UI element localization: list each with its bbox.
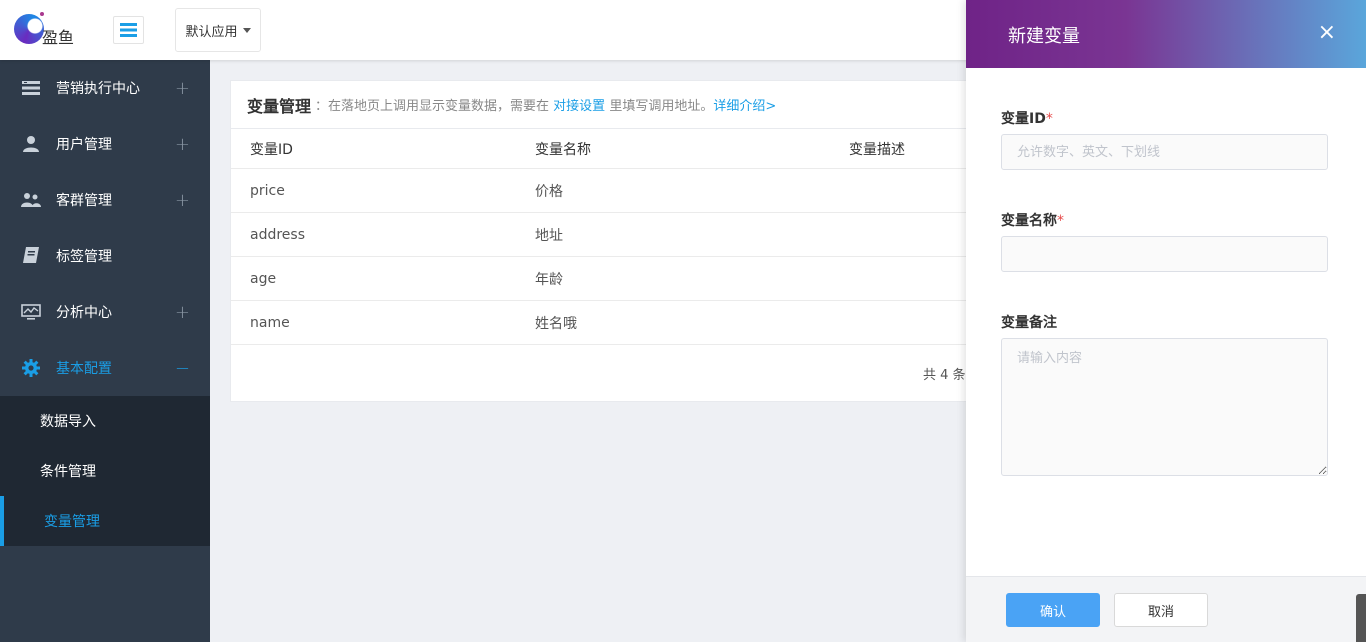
monitor-chart-icon [21,302,41,322]
pagination-total: 共 4 条 [923,368,966,383]
required-mark: * [1045,111,1053,127]
panel-description: ：在落地页上调用显示变量数据，需要在 对接设置 里填写调用地址。详细介绍> [315,99,777,114]
basic-config-submenu: 数据导入 条件管理 变量管理 [0,396,210,546]
submenu-item-conditions[interactable]: 条件管理 [0,446,210,496]
expand-icon: + [174,189,190,211]
new-variable-drawer: 新建变量 × 变量ID* 变量名称* 变量备注 确认 取消 [966,0,1366,642]
drawer-title: 新建变量 [1008,26,1080,47]
cell-variable-name: 姓名哦 [535,315,577,332]
cell-variable-id: price [250,182,285,199]
expand-icon: + [174,301,190,323]
cancel-button[interactable]: 取消 [1114,593,1208,627]
app-select-value: 默认应用 [185,24,238,40]
variable-id-label: 变量ID* [1001,111,1053,127]
sidebar-item-label: 标签管理 [56,249,112,265]
confirm-button[interactable]: 确认 [1006,593,1100,627]
close-icon[interactable]: × [1318,22,1336,44]
hamburger-icon [120,23,137,37]
cell-variable-name: 年龄 [535,271,563,288]
sidebar-item-label: 客群管理 [56,193,112,209]
sidebar-item-segments[interactable]: 客群管理 + [0,172,210,228]
gear-icon [21,358,41,378]
cell-variable-name: 价格 [535,183,563,200]
table-row[interactable]: name 姓名哦 [231,301,989,345]
group-icon [21,190,41,210]
cell-variable-id: age [250,270,277,287]
panel-header: 变量管理 ：在落地页上调用显示变量数据，需要在 对接设置 里填写调用地址。详细介… [231,81,989,129]
collapse-icon: − [174,357,190,379]
sidebar-item-users[interactable]: 用户管理 + [0,116,210,172]
table-row[interactable]: age 年龄 [231,257,989,301]
detail-link[interactable]: 详细介绍> [713,99,776,114]
variable-note-label: 变量备注 [1001,315,1057,331]
variable-note-textarea[interactable] [1001,338,1328,476]
cell-variable-id: address [250,226,306,243]
sidebar: 营销执行中心 + 用户管理 + 客群管理 + 标签管理 分析中心 + 基本配置 … [0,60,210,642]
book-icon [21,246,41,266]
column-header: 变量描述 [849,141,905,158]
submenu-item-variables[interactable]: 变量管理 [0,496,210,546]
setup-link[interactable]: 对接设置 [553,99,605,114]
sidebar-item-marketing[interactable]: 营销执行中心 + [0,60,210,116]
scroll-handle[interactable] [1356,594,1366,642]
sidebar-item-analytics[interactable]: 分析中心 + [0,284,210,340]
sidebar-item-label: 用户管理 [56,137,112,153]
brand-logo[interactable]: 盈鱼 [14,12,84,48]
expand-icon: + [174,133,190,155]
sidebar-item-label: 营销执行中心 [56,81,140,97]
variable-name-input[interactable] [1001,236,1328,272]
submenu-item-data-import[interactable]: 数据导入 [0,396,210,446]
column-header: 变量名称 [535,141,591,158]
sidebar-item-label: 基本配置 [56,361,112,377]
variable-id-input[interactable] [1001,134,1328,170]
expand-icon: + [174,77,190,99]
sidebar-item-tags[interactable]: 标签管理 [0,228,210,284]
drawer-footer: 确认 取消 [966,576,1366,642]
menu-toggle-button[interactable] [113,16,144,44]
table-header: 变量ID 变量名称 变量描述 [231,129,989,169]
logo-mark-icon [14,14,44,44]
table-row[interactable]: address 地址 [231,213,989,257]
sidebar-item-basic-config[interactable]: 基本配置 − [0,340,210,396]
sidebar-item-label: 分析中心 [56,305,112,321]
page-title: 变量管理 [247,96,312,116]
cell-variable-id: name [250,314,290,331]
caret-down-icon [242,27,251,33]
column-header: 变量ID [250,141,293,158]
table-row[interactable]: price 价格 [231,169,989,213]
required-mark: * [1057,213,1064,229]
list-icon [21,78,41,98]
app-select-dropdown[interactable]: 默认应用 [175,8,261,52]
variable-management-panel: 变量管理 ：在落地页上调用显示变量数据，需要在 对接设置 里填写调用地址。详细介… [230,80,990,402]
user-icon [21,134,41,154]
logo-text: 盈鱼 [42,28,75,47]
variable-name-label: 变量名称* [1001,213,1064,229]
drawer-header: 新建变量 × [966,0,1366,68]
cell-variable-name: 地址 [535,227,563,244]
